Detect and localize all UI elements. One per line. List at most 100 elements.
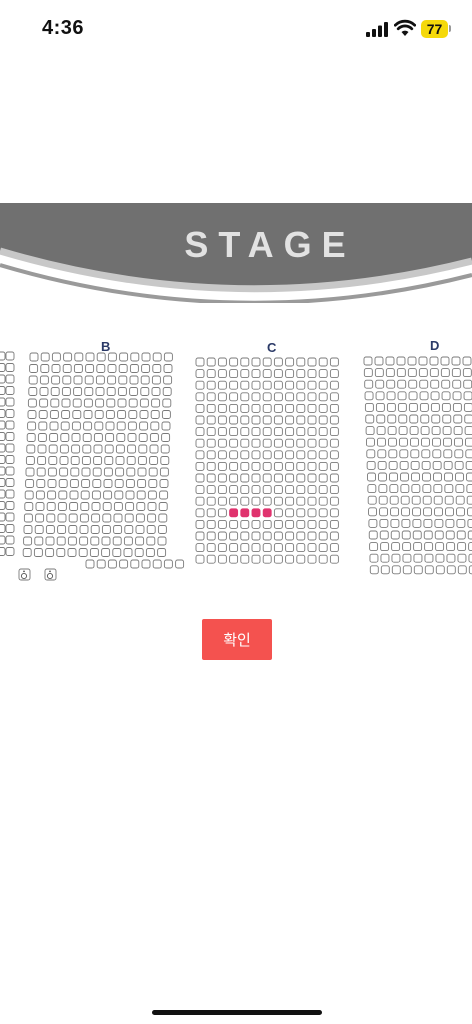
seat-d-8-5[interactable] bbox=[410, 437, 419, 447]
seat-d-9-6[interactable] bbox=[421, 449, 431, 459]
seat-d-18-4[interactable] bbox=[402, 553, 412, 563]
seat-b-11-7[interactable] bbox=[92, 467, 102, 477]
seat-b-15-4[interactable] bbox=[57, 513, 67, 523]
seat-c-17-3[interactable] bbox=[217, 543, 227, 553]
seat-c-6-2[interactable] bbox=[206, 415, 216, 425]
seat-c-6-13[interactable] bbox=[329, 415, 339, 425]
seat-c-10-3[interactable] bbox=[217, 461, 227, 471]
seat-a-3-2[interactable] bbox=[5, 374, 15, 384]
seat-b-17-8[interactable] bbox=[101, 536, 111, 546]
confirm-button[interactable]: 확인 bbox=[202, 619, 272, 660]
seat-b-14-8[interactable] bbox=[102, 502, 112, 511]
seat-a-11-1[interactable] bbox=[0, 466, 6, 476]
seat-c-6-12[interactable] bbox=[318, 415, 328, 425]
seat-b-14-3[interactable] bbox=[46, 502, 56, 511]
seat-d-1-8[interactable] bbox=[440, 356, 450, 366]
seat-c-8-6[interactable] bbox=[251, 438, 261, 448]
seat-d-5-10[interactable] bbox=[463, 402, 472, 412]
seat-d-8-7[interactable] bbox=[432, 437, 441, 447]
seat-d-13-4[interactable] bbox=[400, 495, 410, 505]
seat-b-9-6[interactable] bbox=[82, 444, 92, 454]
seat-c-18-7[interactable] bbox=[262, 554, 272, 564]
seat-d-3-6[interactable] bbox=[419, 379, 429, 389]
seat-b-14-12[interactable] bbox=[147, 502, 157, 511]
seat-d-19-1[interactable] bbox=[369, 565, 379, 575]
seat-c-7-11[interactable] bbox=[307, 427, 317, 437]
seat-c-15-4[interactable] bbox=[229, 519, 239, 529]
seat-b-4-13[interactable] bbox=[162, 387, 172, 396]
seat-b-10-8[interactable] bbox=[104, 456, 114, 465]
seat-b-9-5[interactable] bbox=[71, 444, 81, 454]
seat-a-10-2[interactable] bbox=[5, 455, 15, 464]
seat-d-19-8[interactable] bbox=[446, 565, 456, 575]
seat-b-12-4[interactable] bbox=[58, 479, 68, 488]
seat-d-11-6[interactable] bbox=[422, 472, 431, 482]
seat-c-2-1[interactable] bbox=[195, 369, 205, 379]
seat-d-17-2[interactable] bbox=[380, 542, 390, 552]
seat-b-2-10[interactable] bbox=[129, 364, 139, 373]
seat-a-18-1[interactable] bbox=[0, 547, 6, 556]
seat-b-11-13[interactable] bbox=[159, 467, 169, 477]
seat-c-9-10[interactable] bbox=[296, 450, 306, 460]
seat-c-11-12[interactable] bbox=[318, 473, 328, 483]
seat-d-15-2[interactable] bbox=[379, 518, 389, 528]
seat-c-13-7[interactable] bbox=[262, 496, 272, 506]
seat-d-16-10[interactable] bbox=[467, 530, 472, 540]
seat-c-7-10[interactable] bbox=[296, 427, 306, 437]
seat-b-3-12[interactable] bbox=[151, 375, 161, 385]
seat-d-19-3[interactable] bbox=[391, 565, 401, 575]
seat-c-3-1[interactable] bbox=[195, 380, 205, 390]
seat-b-16-9[interactable] bbox=[113, 525, 123, 534]
seat-d-2-8[interactable] bbox=[440, 368, 450, 378]
seat-b-11-9[interactable] bbox=[115, 467, 125, 477]
seat-c-3-11[interactable] bbox=[307, 380, 317, 390]
seat-b-16-4[interactable] bbox=[57, 525, 67, 534]
seat-b-4-8[interactable] bbox=[106, 387, 116, 396]
seat-b-7-8[interactable] bbox=[105, 421, 115, 431]
seat-b-8-10[interactable] bbox=[127, 433, 137, 442]
seat-d-15-7[interactable] bbox=[434, 518, 444, 528]
seat-d-5-6[interactable] bbox=[419, 402, 429, 412]
seat-d-14-10[interactable] bbox=[467, 507, 472, 517]
seat-b-9-10[interactable] bbox=[127, 444, 137, 454]
seat-b-13-5[interactable] bbox=[69, 490, 79, 500]
seat-c-8-11[interactable] bbox=[307, 438, 317, 448]
seat-d-13-6[interactable] bbox=[422, 495, 432, 505]
seat-d-14-8[interactable] bbox=[445, 507, 454, 517]
seat-c-13-13[interactable] bbox=[329, 496, 339, 506]
seat-d-11-8[interactable] bbox=[444, 472, 453, 482]
seat-c-2-10[interactable] bbox=[296, 369, 306, 379]
seat-a-8-2[interactable] bbox=[5, 432, 15, 441]
seat-b-19-1[interactable] bbox=[85, 559, 95, 569]
seat-b-9-3[interactable] bbox=[48, 444, 58, 454]
seat-b-18-2[interactable] bbox=[33, 548, 43, 557]
seat-d-9-5[interactable] bbox=[410, 449, 420, 459]
seat-b-13-1[interactable] bbox=[24, 490, 34, 500]
seat-b-9-12[interactable] bbox=[149, 444, 159, 454]
seat-c-7-4[interactable] bbox=[229, 427, 239, 437]
seat-c-17-4[interactable] bbox=[229, 543, 239, 553]
seat-d-11-7[interactable] bbox=[433, 472, 442, 482]
seat-c-6-4[interactable] bbox=[229, 415, 239, 425]
seat-d-3-9[interactable] bbox=[452, 379, 462, 389]
seat-d-3-8[interactable] bbox=[441, 379, 451, 389]
seat-c-18-13[interactable] bbox=[329, 554, 339, 564]
seat-b-3-7[interactable] bbox=[95, 375, 105, 385]
seat-c-9-13[interactable] bbox=[329, 450, 339, 460]
seat-d-4-3[interactable] bbox=[386, 391, 396, 401]
seat-b-6-3[interactable] bbox=[49, 410, 59, 419]
seat-c-13-9[interactable] bbox=[285, 496, 295, 506]
seat-b-14-7[interactable] bbox=[91, 502, 101, 511]
seat-c-14-5[interactable] bbox=[240, 508, 250, 518]
seat-c-8-3[interactable] bbox=[217, 438, 227, 448]
seat-b-2-12[interactable] bbox=[152, 364, 162, 373]
seat-b-11-10[interactable] bbox=[126, 467, 136, 477]
seat-c-16-11[interactable] bbox=[307, 531, 317, 541]
seat-b-19-3[interactable] bbox=[107, 559, 117, 569]
seat-b-5-12[interactable] bbox=[151, 398, 161, 408]
seat-c-16-12[interactable] bbox=[318, 531, 328, 541]
seat-b-6-5[interactable] bbox=[72, 410, 82, 419]
seat-c-14-11[interactable] bbox=[307, 508, 317, 518]
seat-b-7-4[interactable] bbox=[60, 421, 70, 431]
seat-c-12-1[interactable] bbox=[195, 485, 205, 495]
